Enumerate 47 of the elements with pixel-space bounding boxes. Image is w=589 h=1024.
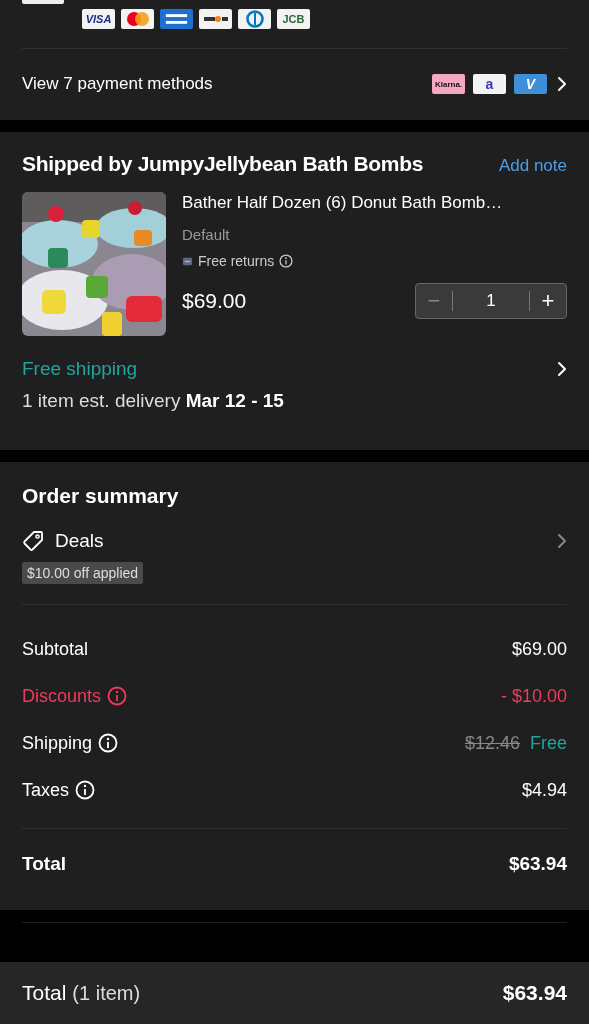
- section-title: Order summary: [22, 484, 180, 508]
- shipment-title: Shipped by JumpyJellybean Bath Bombs: [22, 152, 424, 176]
- tag-icon: [22, 530, 44, 552]
- chevron-right-icon: [557, 361, 567, 377]
- payment-methods-label: View 7 payment methods: [22, 74, 214, 95]
- payment-logo: JCB: [277, 9, 310, 29]
- info-icon: [279, 254, 294, 268]
- card-logo-icon: [160, 9, 193, 29]
- total-label: Total: [22, 981, 67, 1005]
- card-icon: [22, 0, 64, 4]
- card-logo-icon: [238, 9, 271, 29]
- payment-methods-row[interactable]: View 7 payment methods Klarna. a V: [22, 48, 567, 120]
- product-variant: Default: [182, 226, 231, 243]
- product-name: Bather Half Dozen (6) Donut Bath Bomb…: [182, 193, 504, 213]
- card-logo-icon: [121, 9, 154, 29]
- add-note-link[interactable]: Add note: [498, 156, 567, 176]
- returns-icon: [182, 255, 193, 267]
- summary-label: Taxes: [22, 779, 70, 801]
- total-value: $63.94: [502, 981, 567, 1005]
- deals-row[interactable]: Deals: [22, 530, 567, 552]
- shipping-option-row[interactable]: Free shipping: [22, 358, 567, 380]
- payment-logo: V: [514, 74, 547, 95]
- chevron-right-icon: [557, 533, 567, 549]
- item-count: (1 item): [72, 982, 141, 1005]
- deals-label: Deals: [55, 530, 105, 552]
- shipping-label: Free shipping: [22, 358, 138, 380]
- total-label: Total: [22, 853, 66, 875]
- summary-label: Subtotal: [22, 638, 89, 660]
- payment-logo: Klarna.: [432, 74, 465, 95]
- increase-button[interactable]: +: [530, 288, 566, 314]
- summary-value: $4.94: [521, 779, 567, 801]
- card-logo-icon: [199, 9, 232, 29]
- summary-value: - $10.00: [500, 685, 567, 707]
- summary-label: Shipping: [22, 732, 93, 754]
- deal-badge: $10.00 off applied: [22, 562, 144, 584]
- summary-value: Free: [530, 732, 567, 754]
- product-price: $69.00: [182, 289, 247, 313]
- total-value: $63.94: [508, 853, 567, 875]
- summary-label: Discounts: [22, 685, 102, 707]
- summary-value: $69.00: [511, 638, 567, 660]
- returns-label: Free returns: [198, 253, 275, 269]
- delivery-estimate: 1 item est. delivery Mar 12 - 15: [22, 390, 285, 412]
- chevron-right-icon: [557, 76, 567, 93]
- quantity-value: 1: [485, 291, 497, 311]
- payment-logo: a: [473, 74, 506, 95]
- original-price: $12.46: [464, 732, 520, 754]
- payment-logo: VISA: [82, 9, 115, 29]
